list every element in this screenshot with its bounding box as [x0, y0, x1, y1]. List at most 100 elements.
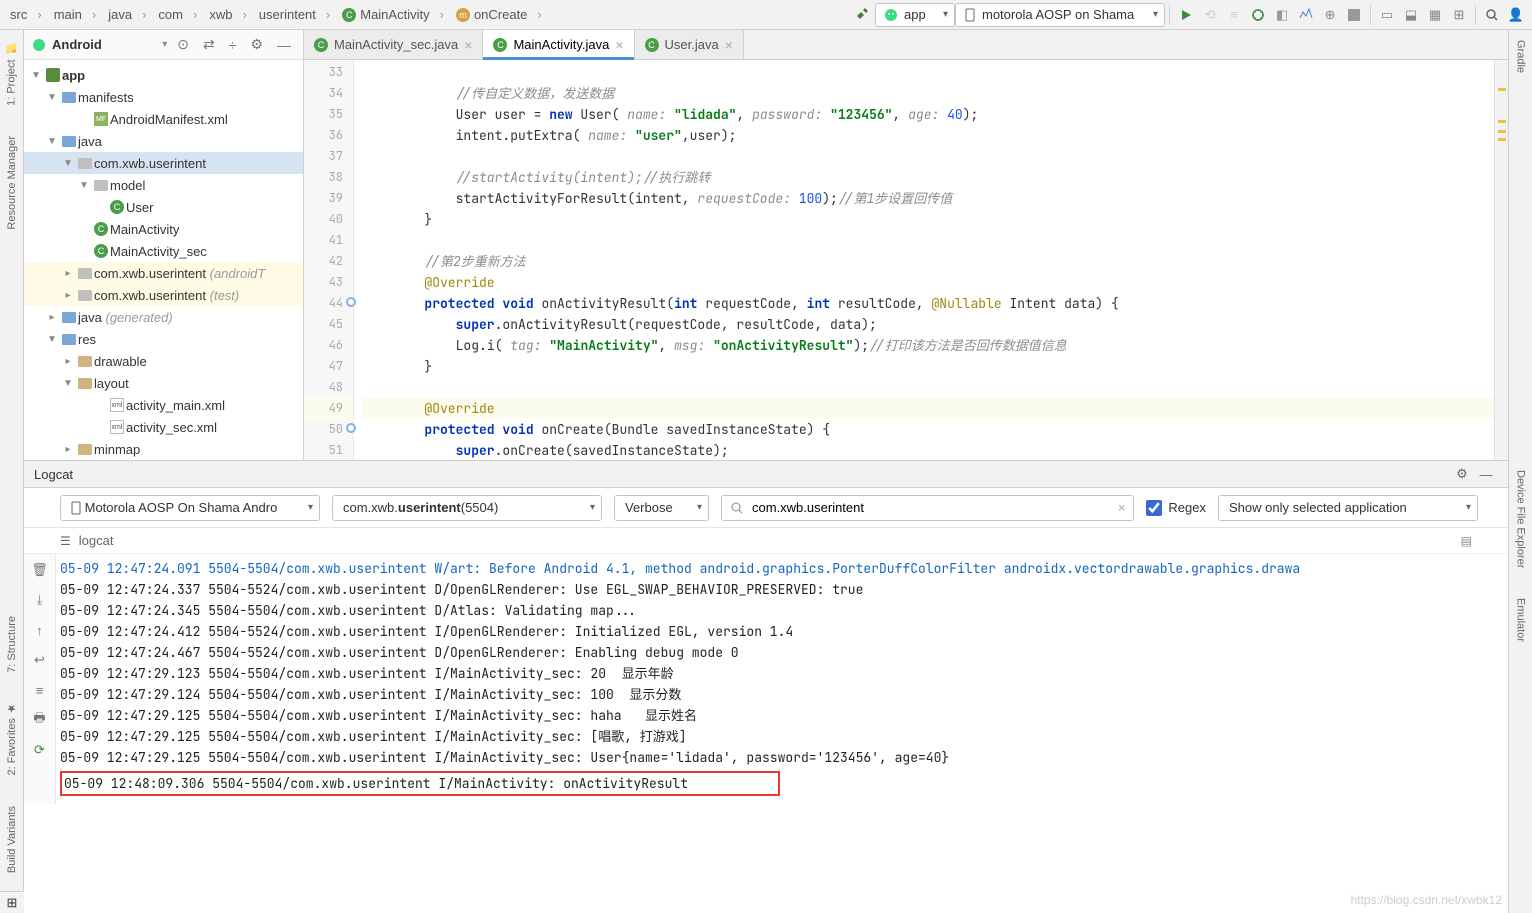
- up-icon[interactable]: ↑: [30, 620, 50, 640]
- editor-scrollbar[interactable]: [1494, 60, 1508, 460]
- crumb-class[interactable]: CMainActivity: [336, 7, 450, 22]
- logcat-process-combo[interactable]: com.xwb.userintent (5504): [332, 495, 602, 521]
- close-icon[interactable]: ×: [615, 37, 623, 53]
- logcat-output[interactable]: 05-09 12:47:24.091 5504-5504/com.xwb.use…: [56, 554, 1508, 804]
- user-icon[interactable]: 👤: [1504, 3, 1528, 27]
- left-tool-strip: 1: Project 📁 Resource Manager: [0, 30, 24, 460]
- tree-pkg-androidtest[interactable]: ▸com.xwb.userintent (androidT: [24, 262, 303, 284]
- tree-manifest-file[interactable]: MFAndroidManifest.xml: [24, 108, 303, 130]
- tree-mainactivity[interactable]: CMainActivity: [24, 218, 303, 240]
- search-icon: [730, 501, 744, 515]
- select-opened-icon[interactable]: ⊙: [173, 36, 193, 53]
- right-tool-strip: Gradle: [1508, 30, 1532, 460]
- tab-mainactivity-sec[interactable]: CMainActivity_sec.java×: [304, 30, 483, 59]
- coverage-icon[interactable]: ◧: [1270, 3, 1294, 27]
- android-icon: [32, 38, 46, 52]
- attach-debugger-icon[interactable]: ⊕: [1318, 3, 1342, 27]
- device-explorer-tool-button[interactable]: Device File Explorer: [1515, 470, 1527, 568]
- left-tool-strip-lower: 7: Structure 2: Favorites ★ Build Varian…: [0, 460, 24, 913]
- close-icon[interactable]: ×: [725, 37, 733, 53]
- tree-pkg[interactable]: ▼com.xwb.userintent: [24, 152, 303, 174]
- crumb-com[interactable]: com: [152, 7, 203, 22]
- collapse-all-icon[interactable]: ÷: [225, 37, 241, 53]
- logcat-sub-label: logcat: [79, 533, 114, 548]
- avd-icon[interactable]: ▭: [1375, 3, 1399, 27]
- expand-all-icon[interactable]: ⇄: [199, 36, 219, 53]
- tree-mipmap[interactable]: ▸minmap: [24, 438, 303, 460]
- tree-app[interactable]: ▼app: [24, 64, 303, 86]
- layout-inspector-icon[interactable]: ▦: [1423, 3, 1447, 27]
- logcat-regex-check[interactable]: Regex: [1146, 500, 1206, 516]
- layout-icon[interactable]: ▤: [1461, 534, 1472, 548]
- gradle-tool-button[interactable]: Gradle: [1515, 40, 1527, 73]
- stop-icon[interactable]: [1342, 3, 1366, 27]
- run-icon[interactable]: [1174, 3, 1198, 27]
- tree-pkg-test[interactable]: ▸com.xwb.userintent (test): [24, 284, 303, 306]
- logcat-search-input[interactable]: [752, 500, 1110, 515]
- apply-code-icon[interactable]: ≡: [1222, 3, 1246, 27]
- structure-tool-button[interactable]: 7: Structure: [6, 616, 18, 673]
- project-tree[interactable]: ▼app ▼manifests MFAndroidManifest.xml ▼j…: [24, 60, 303, 460]
- apply-changes-icon[interactable]: ⟲: [1198, 3, 1222, 27]
- tree-layout-sec[interactable]: xmlactivity_sec.xml: [24, 416, 303, 438]
- top-toolbar: src main java com xwb userintent CMainAc…: [0, 0, 1532, 30]
- soft-wrap-icon[interactable]: ≡: [30, 680, 50, 700]
- tree-user[interactable]: CUser: [24, 196, 303, 218]
- tree-layout[interactable]: ▼layout: [24, 372, 303, 394]
- emulator-tool-button[interactable]: Emulator: [1515, 598, 1527, 642]
- tree-java-gen[interactable]: ▸java (generated): [24, 306, 303, 328]
- favorites-tool-button[interactable]: 2: Favorites ★: [5, 702, 18, 776]
- crumb-java[interactable]: java: [102, 7, 152, 22]
- project-tool-button[interactable]: 1: Project 📁: [5, 40, 18, 106]
- hide-icon[interactable]: —: [273, 37, 295, 53]
- tree-drawable[interactable]: ▸drawable: [24, 350, 303, 372]
- logcat-search[interactable]: ×: [721, 495, 1134, 521]
- crumb-method[interactable]: monCreate: [450, 7, 548, 22]
- close-icon[interactable]: ×: [464, 37, 472, 53]
- editor-gutter[interactable]: 33343536373839404142434445464748495051: [304, 60, 354, 460]
- bottom-left-corner[interactable]: ⊞: [0, 891, 24, 913]
- filter-icon[interactable]: ☰: [60, 534, 71, 548]
- scroll-end-icon[interactable]: ⤓: [30, 590, 50, 610]
- editor: CMainActivity_sec.java× CMainActivity.ja…: [304, 30, 1508, 460]
- hammer-icon[interactable]: [851, 3, 875, 27]
- logcat-level-combo[interactable]: Verbose: [614, 495, 709, 521]
- crumb-main[interactable]: main: [48, 7, 103, 22]
- logcat-device-combo[interactable]: Motorola AOSP On Shama Andro: [60, 495, 320, 521]
- hide-icon[interactable]: —: [1474, 462, 1498, 486]
- debug-icon[interactable]: [1246, 3, 1270, 27]
- crumb-src[interactable]: src: [4, 7, 48, 22]
- tree-layout-main[interactable]: xmlactivity_main.xml: [24, 394, 303, 416]
- logcat-filters: Motorola AOSP On Shama Andro com.xwb.use…: [24, 488, 1508, 528]
- resource-manager-tool-button[interactable]: Resource Manager: [6, 136, 18, 230]
- build-variants-tool-button[interactable]: Build Variants: [6, 806, 18, 873]
- wrap-icon[interactable]: ↩: [30, 650, 50, 670]
- gear-icon[interactable]: ⚙: [1450, 462, 1474, 486]
- crumb-userintent[interactable]: userintent: [253, 7, 336, 22]
- restart-icon[interactable]: ⟳: [30, 740, 50, 760]
- sdk-icon[interactable]: ⬓: [1399, 3, 1423, 27]
- tree-res[interactable]: ▼res: [24, 328, 303, 350]
- search-icon[interactable]: [1480, 3, 1504, 27]
- crumb-xwb[interactable]: xwb: [203, 7, 252, 22]
- tree-model[interactable]: ▼model: [24, 174, 303, 196]
- trash-icon[interactable]: 🗑: [30, 560, 50, 580]
- tab-user[interactable]: CUser.java×: [635, 30, 744, 59]
- logcat-filter-combo[interactable]: Show only selected application: [1218, 495, 1478, 521]
- project-mode[interactable]: Android: [52, 37, 156, 52]
- editor-tabs: CMainActivity_sec.java× CMainActivity.ja…: [304, 30, 1508, 60]
- clear-icon[interactable]: ×: [1118, 500, 1126, 515]
- logcat-subheader: ☰ logcat ▤: [24, 528, 1508, 554]
- resource-mgr-icon[interactable]: ⊞: [1447, 3, 1471, 27]
- print-icon[interactable]: 🖶: [30, 710, 50, 730]
- gear-icon[interactable]: ⚙: [246, 36, 267, 53]
- logcat-side-tools: 🗑 ⤓ ↑ ↩ ≡ 🖶 ⟳: [24, 554, 56, 804]
- tree-mainactivity-sec[interactable]: CMainActivity_sec: [24, 240, 303, 262]
- profiler-icon[interactable]: [1294, 3, 1318, 27]
- tree-manifests[interactable]: ▼manifests: [24, 86, 303, 108]
- code-area[interactable]: //传自定义数据，发送数据 User user = new User( name…: [354, 60, 1494, 460]
- run-config-combo[interactable]: app: [875, 3, 955, 27]
- device-combo[interactable]: motorola AOSP on Shama: [955, 3, 1165, 27]
- tree-java[interactable]: ▼java: [24, 130, 303, 152]
- tab-mainactivity[interactable]: CMainActivity.java×: [483, 30, 634, 59]
